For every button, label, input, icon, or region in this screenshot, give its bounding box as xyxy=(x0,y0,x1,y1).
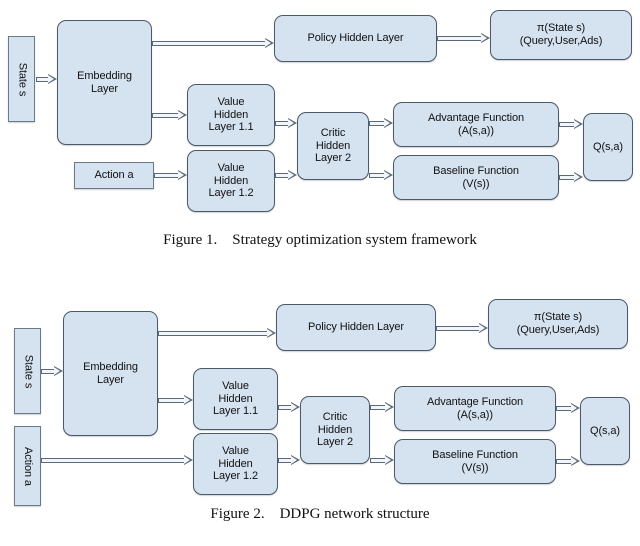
arrow-value-1-1-to-critic xyxy=(275,118,297,129)
arrow-embedding-to-policy xyxy=(152,38,274,49)
arrow-critic-to-advantage xyxy=(370,402,394,413)
node-pi-output: π(State s) (Query,User,Ads) xyxy=(490,10,632,60)
node-action-a: Action a xyxy=(74,162,154,189)
node-advantage-function: Advantage Function (A(s,a)) xyxy=(394,386,556,431)
arrow-value-1-2-to-critic xyxy=(275,170,297,181)
node-value-hidden-layer-1-1-label-1: Value xyxy=(217,95,245,108)
node-value-hidden-layer-1-1: Value Hidden Layer 1.1 xyxy=(193,368,278,430)
node-action-a-label: Action a xyxy=(21,446,34,486)
node-critic-hidden-layer-2-label-3: Layer 2 xyxy=(317,436,353,449)
node-policy-hidden-layer: Policy Hidden Layer xyxy=(276,304,436,351)
node-pi-output-label-1: π(State s) xyxy=(536,22,586,35)
node-embedding-layer: Embedding Layer xyxy=(63,311,158,436)
figure-1-caption: Figure 1. Strategy optimization system f… xyxy=(163,232,477,248)
node-critic-hidden-layer-2: Critic Hidden Layer 2 xyxy=(297,112,369,180)
node-embedding-layer-label-2: Layer xyxy=(96,373,125,386)
node-baseline-function-label-2: (V(s)) xyxy=(461,461,489,474)
node-advantage-function-label-1: Advantage Function xyxy=(427,111,525,124)
node-critic-hidden-layer-2-label-1: Critic xyxy=(320,126,346,139)
node-value-hidden-layer-1-1-label-1: Value xyxy=(222,379,249,392)
node-baseline-function-label-1: Baseline Function xyxy=(432,448,518,461)
node-policy-hidden-layer: Policy Hidden Layer xyxy=(274,15,437,62)
arrow-action-to-value-1-2 xyxy=(154,170,187,181)
node-embedding-layer-label-1: Embedding xyxy=(83,360,138,373)
node-state-s: State s xyxy=(14,328,41,414)
node-value-hidden-layer-1-2-label-3: Layer 1.2 xyxy=(213,470,258,483)
node-pi-output: π(State s) (Query,User,Ads) xyxy=(488,299,628,349)
node-q-output: Q(s,a) xyxy=(583,113,633,181)
node-q-output-label: Q(s,a) xyxy=(590,424,620,437)
node-action-a-label: Action a xyxy=(94,169,134,182)
arrow-critic-to-baseline xyxy=(370,455,394,466)
node-embedding-layer: Embedding Layer xyxy=(57,20,152,145)
figure-1-diagram: State s Embedding Layer Policy Hidden La… xyxy=(0,0,640,230)
node-advantage-function-label-2: (A(s,a)) xyxy=(457,408,493,421)
node-value-hidden-layer-1-2: Value Hidden Layer 1.2 xyxy=(187,150,275,212)
node-critic-hidden-layer-2: Critic Hidden Layer 2 xyxy=(300,396,370,464)
node-policy-hidden-layer-label: Policy Hidden Layer xyxy=(308,321,404,334)
node-value-hidden-layer-1-1-label-3: Layer 1.1 xyxy=(213,405,258,418)
node-advantage-function: Advantage Function (A(s,a)) xyxy=(393,102,559,147)
node-pi-output-label-1: π(State s) xyxy=(533,311,583,324)
node-value-hidden-layer-1-1-label-2: Hidden xyxy=(218,392,253,405)
arrow-advantage-to-q xyxy=(559,119,583,130)
node-q-output-label: Q(s,a) xyxy=(593,140,623,153)
node-value-hidden-layer-1-2-label-2: Hidden xyxy=(218,457,253,470)
arrow-embedding-to-value-1-1 xyxy=(158,395,193,406)
node-state-s-label: State s xyxy=(15,62,28,96)
node-advantage-function-label-2: (A(s,a)) xyxy=(458,124,494,137)
node-critic-hidden-layer-2-label-2: Hidden xyxy=(317,423,353,436)
arrow-state-to-embedding xyxy=(41,366,63,377)
arrow-value-1-1-to-critic xyxy=(278,402,300,413)
arrow-critic-to-advantage xyxy=(369,118,393,129)
arrow-state-to-embedding xyxy=(36,74,57,85)
arrow-embedding-to-value-1-1 xyxy=(152,110,187,121)
node-value-hidden-layer-1-2: Value Hidden Layer 1.2 xyxy=(193,433,278,495)
node-value-hidden-layer-1-2-label-2: Hidden xyxy=(213,174,249,187)
node-baseline-function: Baseline Function (V(s)) xyxy=(393,155,559,200)
node-q-output: Q(s,a) xyxy=(580,397,630,465)
node-value-hidden-layer-1-2-label-1: Value xyxy=(217,161,245,174)
node-policy-hidden-layer-label: Policy Hidden Layer xyxy=(307,32,404,45)
node-value-hidden-layer-1-1-label-3: Layer 1.1 xyxy=(208,121,254,134)
node-critic-hidden-layer-2-label-1: Critic xyxy=(322,410,348,423)
figure-2-diagram: State s Embedding Layer Policy Hidden La… xyxy=(0,288,640,506)
node-baseline-function-label-1: Baseline Function xyxy=(433,164,519,177)
node-pi-output-label-2: (Query,User,Ads) xyxy=(516,324,600,336)
node-value-hidden-layer-1-2-label-1: Value xyxy=(222,444,249,457)
node-value-hidden-layer-1-1-label-2: Hidden xyxy=(213,108,249,121)
figure-2: State s Embedding Layer Policy Hidden La… xyxy=(0,288,640,546)
node-value-hidden-layer-1-2-label-3: Layer 1.2 xyxy=(208,187,254,200)
arrow-policy-to-pi xyxy=(437,33,490,44)
figure-1: State s Embedding Layer Policy Hidden La… xyxy=(0,0,640,262)
node-action-a: Action a xyxy=(14,426,41,506)
node-advantage-function-label-1: Advantage Function xyxy=(426,395,524,408)
arrow-critic-to-baseline xyxy=(369,170,393,181)
arrow-baseline-to-q xyxy=(559,172,583,183)
node-baseline-function: Baseline Function (V(s)) xyxy=(394,439,556,484)
arrow-baseline-to-q xyxy=(556,456,580,467)
node-embedding-layer-label-1: Embedding xyxy=(77,69,132,82)
arrow-policy-to-pi xyxy=(436,323,488,334)
node-value-hidden-layer-1-1: Value Hidden Layer 1.1 xyxy=(187,84,275,146)
figure-2-caption: Figure 2. DDPG network structure xyxy=(210,506,430,522)
node-embedding-layer-label-2: Layer xyxy=(90,82,119,95)
arrow-embedding-to-policy xyxy=(158,328,276,339)
node-pi-output-label-2: (Query,User,Ads) xyxy=(519,35,603,47)
arrow-advantage-to-q xyxy=(556,403,580,414)
node-baseline-function-label-2: (V(s)) xyxy=(462,177,490,190)
arrow-value-1-2-to-critic xyxy=(278,455,300,466)
node-critic-hidden-layer-2-label-2: Hidden xyxy=(315,139,351,152)
arrow-action-to-value-1-2 xyxy=(41,455,193,466)
node-state-s: State s xyxy=(8,36,35,122)
node-state-s-label: State s xyxy=(21,354,34,388)
node-critic-hidden-layer-2-label-3: Layer 2 xyxy=(315,152,351,165)
